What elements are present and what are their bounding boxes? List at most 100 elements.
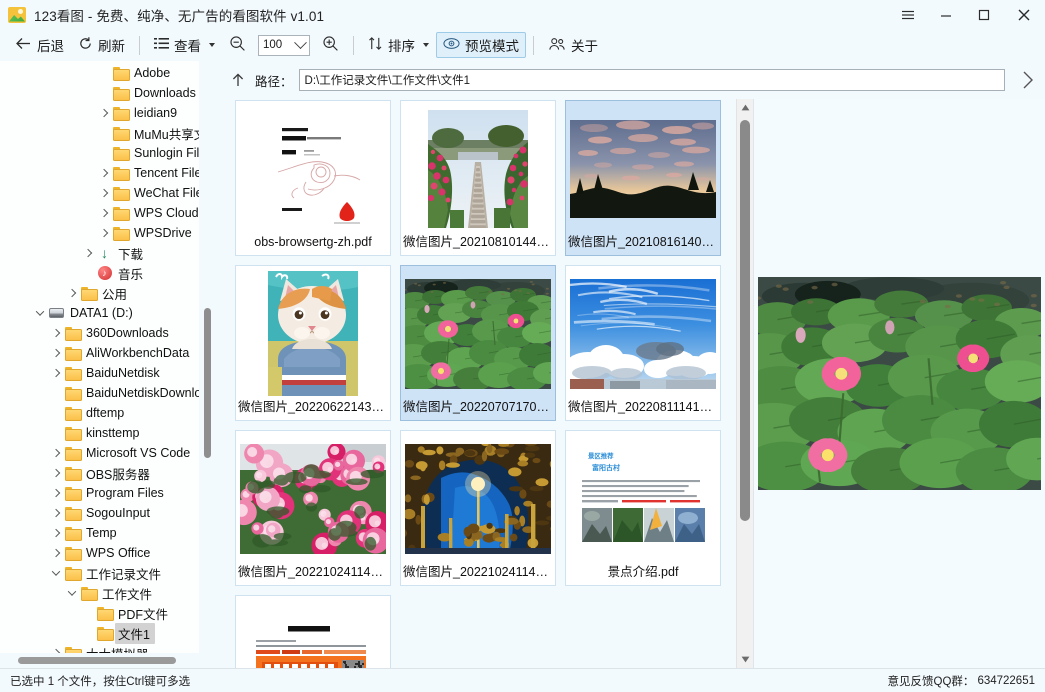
file-grid[interactable]: obs-browsertg-zh.pdf微信图片_2021081014461..…: [219, 99, 731, 668]
maximize-icon[interactable]: [965, 0, 1003, 29]
sidebar-item-21[interactable]: Program Files: [0, 483, 199, 503]
chevron-right-icon[interactable]: [80, 243, 96, 263]
sidebar-item-7[interactable]: WPS Cloud File: [0, 203, 199, 223]
chevron-right-icon[interactable]: [48, 463, 64, 483]
file-cell[interactable]: 微信图片_2022062214343...: [235, 265, 391, 421]
sidebar-item-3[interactable]: MuMu共享文f: [0, 123, 199, 143]
path-input[interactable]: D:\工作记录文件\工作文件\文件1: [299, 69, 1005, 91]
sidebar-item-5[interactable]: Tencent Files: [0, 163, 199, 183]
chevron-down-icon[interactable]: [32, 303, 48, 323]
file-cell[interactable]: [235, 595, 391, 668]
chevron-right-icon[interactable]: [48, 543, 64, 563]
file-cell[interactable]: 微信图片_2022102411412...: [400, 430, 556, 586]
chevron-right-icon[interactable]: [96, 183, 112, 203]
sidebar-item-17[interactable]: dftemp: [0, 403, 199, 423]
close-icon[interactable]: [1003, 0, 1045, 29]
file-cell[interactable]: 微信图片_2022070717044...: [400, 265, 556, 421]
sidebar-item-23[interactable]: Temp: [0, 523, 199, 543]
sidebar-item-29[interactable]: 大大模拟器: [0, 643, 199, 653]
scrollbar-thumb[interactable]: [740, 120, 750, 521]
minimize-icon[interactable]: [927, 0, 965, 29]
scrollbar-thumb[interactable]: [18, 657, 176, 664]
about-button[interactable]: 关于: [541, 32, 605, 58]
chevron-right-icon[interactable]: [48, 483, 64, 503]
file-cell[interactable]: 微信图片_2022081114170...: [565, 265, 721, 421]
sidebar-item-9[interactable]: ↓下载: [0, 243, 199, 263]
chevron-right-icon[interactable]: [48, 343, 64, 363]
sidebar-item-18[interactable]: kinsttemp: [0, 423, 199, 443]
sidebar-item-6[interactable]: WeChat Files: [0, 183, 199, 203]
sidebar-item-28[interactable]: 文件1: [0, 623, 199, 643]
chevron-right-icon[interactable]: [1011, 65, 1043, 95]
chevron-down-icon[interactable]: [294, 36, 307, 49]
sidebar: AdobeDownloadsleidian9MuMu共享文fSunlogin F…: [0, 61, 215, 668]
sidebar-item-14[interactable]: AliWorkbenchData: [0, 343, 199, 363]
chevron-right-icon[interactable]: [48, 523, 64, 543]
sidebar-item-15[interactable]: BaiduNetdisk: [0, 363, 199, 383]
chevron-down-icon[interactable]: [209, 43, 215, 47]
file-cell[interactable]: 微信图片_2021081614080...: [565, 100, 721, 256]
sidebar-item-19[interactable]: Microsoft VS Code: [0, 443, 199, 463]
sidebar-item-4[interactable]: Sunlogin Files: [0, 143, 199, 163]
sidebar-item-27[interactable]: PDF文件: [0, 603, 199, 623]
chevron-right-icon[interactable]: [48, 323, 64, 343]
scroll-down-icon[interactable]: [737, 651, 754, 668]
chevron-right-icon[interactable]: [96, 223, 112, 243]
sidebar-item-20[interactable]: OBS服务器: [0, 463, 199, 483]
chevron-right-icon[interactable]: [96, 103, 112, 123]
chevron-down-icon[interactable]: [48, 563, 64, 583]
back-button[interactable]: 后退: [8, 32, 71, 58]
chevron-right-icon[interactable]: [48, 363, 64, 383]
refresh-button[interactable]: 刷新: [71, 32, 132, 58]
preview-mode-button[interactable]: 预览模式: [436, 32, 526, 58]
chevron-right-icon[interactable]: [96, 163, 112, 183]
sidebar-horizontal-scrollbar[interactable]: [0, 653, 215, 668]
folder-tree[interactable]: AdobeDownloadsleidian9MuMu共享文fSunlogin F…: [0, 61, 199, 653]
grid-vertical-scrollbar[interactable]: [736, 99, 753, 668]
sidebar-item-0[interactable]: Adobe: [0, 63, 199, 83]
zoom-level-select[interactable]: 100: [258, 35, 310, 56]
sidebar-item-2[interactable]: leidian9: [0, 103, 199, 123]
zoom-out-button[interactable]: [222, 32, 253, 58]
chevron-down-icon[interactable]: [64, 583, 80, 603]
sidebar-item-24[interactable]: WPS Office: [0, 543, 199, 563]
folder-icon: [64, 643, 81, 653]
hamburger-menu-icon[interactable]: [889, 0, 927, 29]
scrollbar-thumb[interactable]: [204, 308, 211, 458]
sidebar-item-11[interactable]: 公用: [0, 283, 199, 303]
chevron-right-icon[interactable]: [96, 203, 112, 223]
chevron-right-icon[interactable]: [64, 283, 80, 303]
sidebar-item-label: Microsoft VS Code: [86, 446, 190, 460]
sidebar-item-1[interactable]: Downloads: [0, 83, 199, 103]
sidebar-item-label: 大大模拟器: [86, 644, 149, 654]
folder-icon: [64, 543, 81, 563]
sidebar-item-13[interactable]: 360Downloads: [0, 323, 199, 343]
scrollbar-track[interactable]: [737, 116, 753, 651]
chevron-right-icon[interactable]: [48, 443, 64, 463]
sort-button[interactable]: 排序: [361, 32, 436, 58]
file-cell[interactable]: 微信图片_2021081014461...: [400, 100, 556, 256]
sidebar-item-26[interactable]: 工作文件: [0, 583, 199, 603]
file-name-label: 微信图片_2022062214343...: [236, 398, 390, 420]
sidebar-item-12[interactable]: DATA1 (D:): [0, 303, 199, 323]
sidebar-item-22[interactable]: SogouInput: [0, 503, 199, 523]
file-cell[interactable]: obs-browsertg-zh.pdf: [235, 100, 391, 256]
chevron-right-icon[interactable]: [48, 503, 64, 523]
scroll-up-icon[interactable]: [737, 99, 754, 116]
file-cell[interactable]: 微信图片_2022102411412...: [235, 430, 391, 586]
status-bar: 已选中 1 个文件，按住Ctrl键可多选 意见反馈QQ群： 634722651: [0, 668, 1045, 692]
sidebar-item-10[interactable]: ♪音乐: [0, 263, 199, 283]
sidebar-item-8[interactable]: WPSDrive: [0, 223, 199, 243]
chevron-right-icon[interactable]: [48, 643, 64, 653]
view-button[interactable]: 查看: [147, 32, 222, 58]
sidebar-item-16[interactable]: BaiduNetdiskDownload: [0, 383, 199, 403]
chevron-down-icon[interactable]: [423, 43, 429, 47]
zoom-in-button[interactable]: [315, 32, 346, 58]
preview-pane[interactable]: [753, 99, 1045, 668]
sidebar-item-label: MuMu共享文f: [134, 124, 199, 143]
up-arrow-icon[interactable]: [227, 69, 249, 91]
twisty-spacer: [80, 623, 96, 643]
sidebar-vertical-scrollbar[interactable]: [200, 61, 215, 668]
file-cell[interactable]: 景区推荐富阳古村景点介绍.pdf: [565, 430, 721, 586]
sidebar-item-25[interactable]: 工作记录文件: [0, 563, 199, 583]
